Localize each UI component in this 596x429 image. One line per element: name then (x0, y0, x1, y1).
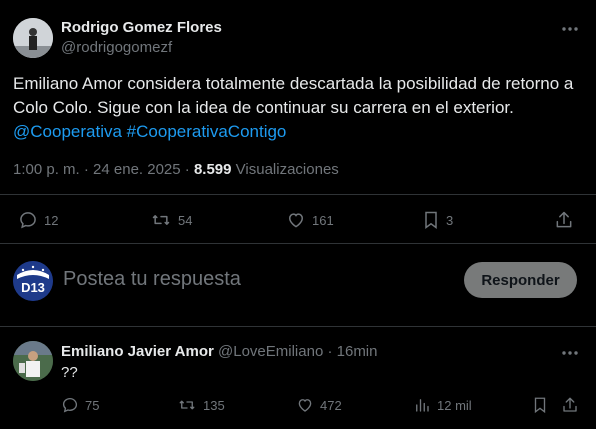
repost-action[interactable]: 54 (150, 210, 192, 230)
divider (0, 326, 596, 327)
heart-icon (288, 213, 304, 228)
divider (0, 243, 596, 244)
author-handle[interactable]: @rodrigogomezf (61, 39, 172, 56)
reply-count: 12 (44, 212, 59, 228)
reply-author-handle[interactable]: @LoveEmiliano (218, 343, 323, 360)
repost-count: 54 (178, 212, 193, 228)
bookmark-icon (534, 397, 546, 414)
reply-icon (62, 397, 78, 413)
post-timestamp[interactable]: 1:00 p. m. · 24 ene. 2025 · (13, 161, 194, 178)
post-text: Emiliano Amor considera totalmente desca… (13, 72, 578, 144)
reply-header: Emiliano Javier Amor @LoveEmiliano · 16m… (61, 343, 378, 360)
heart-icon (298, 399, 312, 412)
reply-author-name[interactable]: Emiliano Javier Amor (61, 343, 214, 360)
reply-time[interactable]: · 16min (327, 343, 377, 360)
reply-bookmark-action[interactable] (532, 396, 548, 414)
share-icon (563, 397, 577, 412)
bookmark-action[interactable]: 3 (422, 210, 453, 230)
composer-avatar-text: D13 (21, 280, 45, 295)
bookmark-icon (425, 211, 437, 229)
mention-cooperativa[interactable]: @Cooperativa (13, 122, 122, 141)
author-avatar[interactable] (13, 18, 53, 58)
reply-submit-button[interactable]: Responder (464, 262, 577, 298)
reply-author-avatar[interactable] (13, 341, 53, 381)
like-count: 161 (312, 212, 334, 228)
repost-icon (152, 215, 170, 225)
reply-views-action[interactable]: 12 mil (413, 396, 472, 414)
reply-repost-action[interactable]: 135 (177, 396, 225, 414)
reply-icon (20, 212, 36, 229)
reply-repost-count: 135 (203, 397, 225, 413)
repost-icon (179, 400, 195, 410)
divider (0, 194, 596, 195)
views-icon (416, 399, 429, 412)
reply-text: ?? (61, 364, 78, 381)
reply-action[interactable]: 12 (18, 210, 58, 230)
more-options-icon[interactable] (561, 344, 579, 362)
reply-views-count: 12 mil (437, 397, 472, 413)
share-action[interactable] (554, 210, 574, 230)
bookmark-count: 3 (446, 212, 454, 228)
post-text-body: Emiliano Amor considera totalmente desca… (13, 74, 574, 117)
composer-avatar[interactable]: D13 (13, 261, 53, 301)
views-count: 8.599 (193, 161, 232, 178)
reply-like-count: 472 (320, 397, 342, 413)
reply-reply-count: 75 (85, 397, 100, 413)
author-name[interactable]: Rodrigo Gomez Flores (61, 19, 222, 36)
post-meta: 1:00 p. m. · 24 ene. 2025 · 8.599 Visual… (13, 161, 339, 178)
reply-input[interactable]: Postea tu respuesta (63, 268, 241, 291)
reply-share-action[interactable] (561, 396, 579, 414)
like-action[interactable]: 161 (286, 210, 334, 230)
hashtag-cooperativacontigo[interactable]: #CooperativaContigo (127, 122, 287, 141)
views-label: Visualizaciones (231, 161, 339, 178)
more-options-icon[interactable] (561, 20, 579, 38)
reply-like-action[interactable]: 472 (296, 396, 342, 414)
reply-reply-action[interactable]: 75 (61, 396, 99, 414)
share-icon (556, 211, 572, 228)
